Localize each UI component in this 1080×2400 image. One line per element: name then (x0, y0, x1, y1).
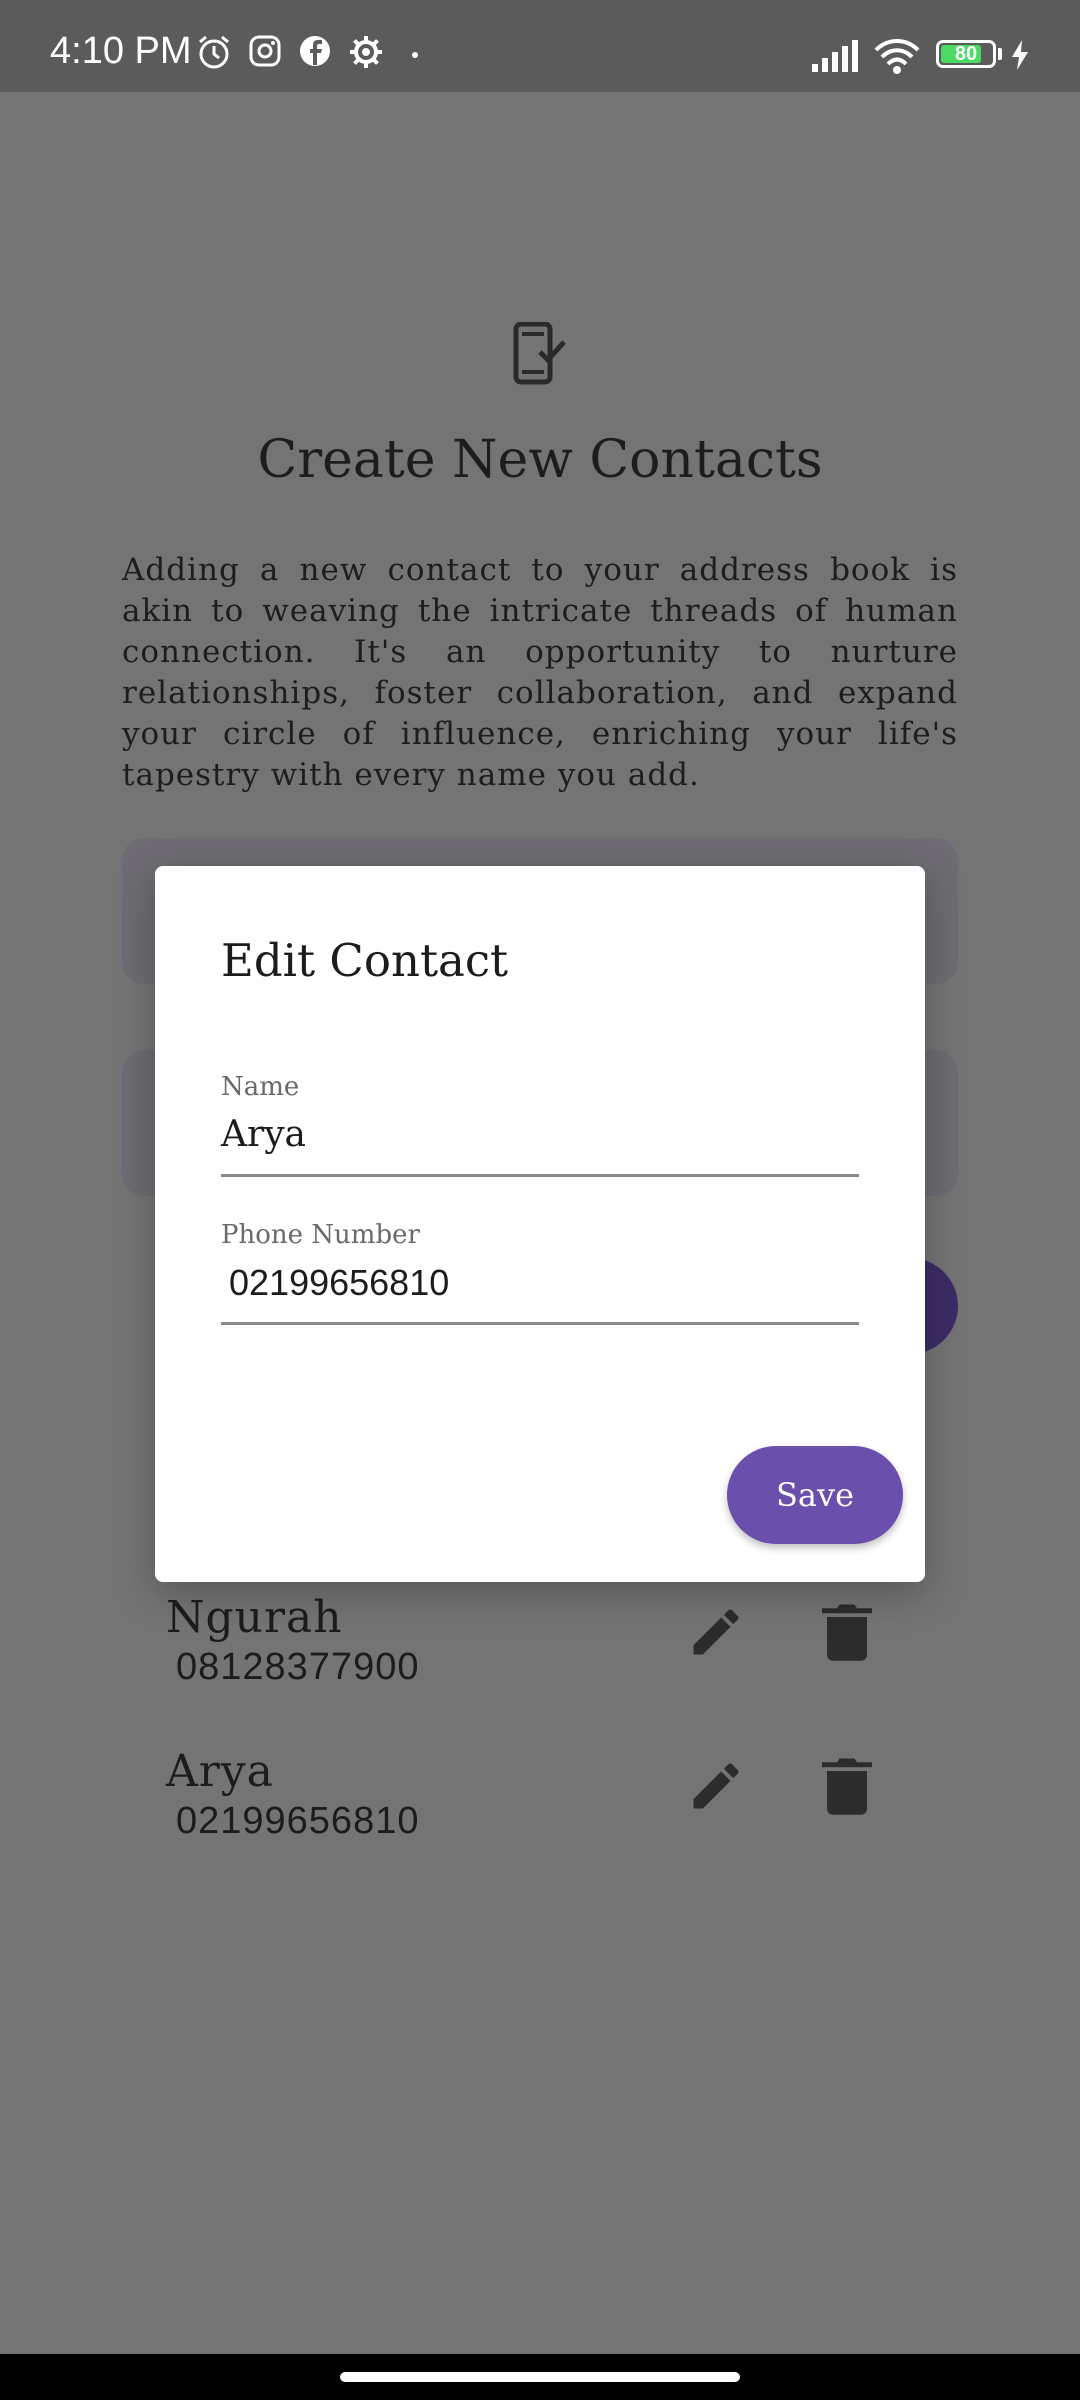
status-bar: 4:10 PM 80 (0, 0, 1080, 92)
dialog-title: Edit Contact (221, 934, 509, 987)
phone-check-icon (513, 322, 566, 385)
dot-icon (412, 52, 418, 58)
name-input[interactable]: Arya (221, 1114, 859, 1174)
phone-field-label: Phone Number (221, 1220, 420, 1250)
page-title: Create New Contacts (257, 430, 823, 490)
facebook-icon (300, 36, 330, 66)
name-field-underline (221, 1174, 859, 1177)
navigation-bar (0, 2354, 1080, 2400)
battery-indicator: 80 (936, 40, 996, 68)
page-description: Adding a new contact to your address boo… (122, 552, 958, 793)
status-time: 4:10 PM (50, 30, 192, 72)
edit-contact-dialog: Edit Contact Name Arya Phone Number 0219… (155, 866, 925, 1582)
alarm-icon (199, 35, 229, 69)
edit-icon[interactable] (686, 1756, 746, 1816)
name-field[interactable]: Name Arya (221, 1072, 859, 1177)
name-field-label: Name (221, 1072, 300, 1102)
instagram-icon (249, 35, 281, 67)
list-item: Ngurah 08128377900 (166, 1592, 966, 1712)
delete-icon[interactable] (822, 1602, 872, 1662)
phone-field-underline (221, 1322, 859, 1325)
wifi-icon (874, 39, 920, 74)
home-indicator[interactable] (340, 2372, 740, 2382)
delete-icon[interactable] (822, 1756, 872, 1816)
contact-name: Ngurah (166, 1592, 343, 1643)
contact-name: Arya (166, 1746, 274, 1797)
phone-input[interactable]: 02199656810 (221, 1262, 859, 1322)
battery-level: 80 (954, 43, 978, 65)
signal-icon (812, 40, 858, 72)
contact-phone: 08128377900 (176, 1646, 420, 1688)
save-button[interactable]: Save (727, 1446, 903, 1544)
edit-icon[interactable] (686, 1602, 746, 1662)
battery-tip (998, 48, 1002, 60)
settings-icon (350, 36, 382, 68)
charging-icon (1012, 40, 1028, 70)
list-item: Arya 02199656810 (166, 1746, 966, 1866)
contact-phone: 02199656810 (176, 1800, 420, 1842)
phone-field[interactable]: Phone Number 02199656810 (221, 1220, 859, 1325)
